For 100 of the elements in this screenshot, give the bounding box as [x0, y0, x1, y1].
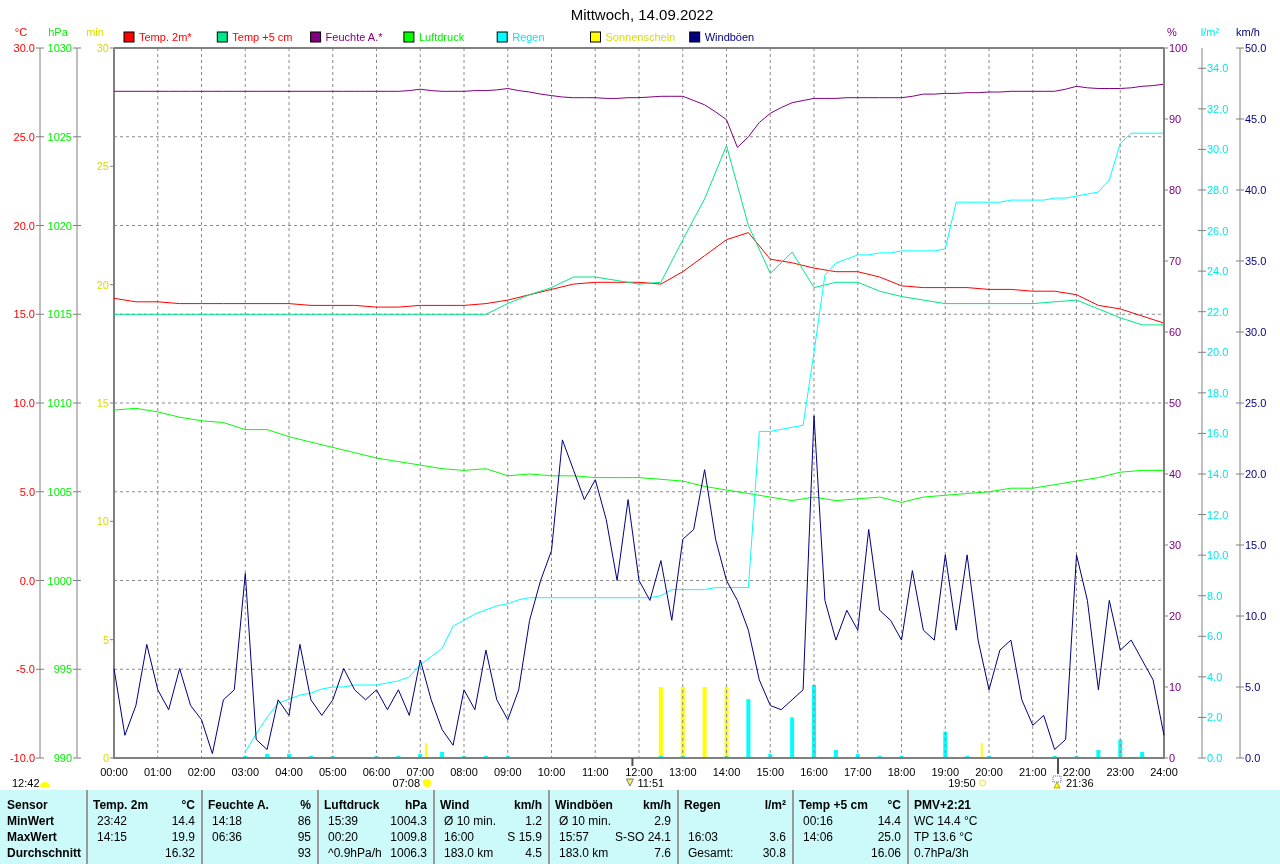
axis-tick-label: 25: [96, 160, 109, 173]
axis-tick-label: 990: [53, 752, 72, 764]
time-tick-label: 24:00: [1150, 766, 1178, 778]
table-cell: 2.9: [654, 813, 671, 829]
axis-tick-label: 10.0: [1207, 549, 1229, 562]
axis-tick-label: 25.0: [1245, 397, 1267, 409]
axis-tick-label: 1015: [47, 308, 72, 321]
axis-tick-label: 10.0: [13, 397, 35, 409]
axis-tick-label: 10.0: [1245, 610, 1267, 622]
axis-tick-label: 2.0: [1207, 711, 1223, 724]
event-time-label: 12:42: [12, 777, 40, 789]
table-cell: S 15.9: [507, 829, 542, 845]
time-tick-label: 17:00: [844, 766, 872, 778]
axis-tick-label: 60: [1169, 326, 1182, 338]
axis-unit: hPa: [48, 26, 68, 38]
legend-label: Temp +5 cm: [232, 31, 293, 43]
time-tick-label: 13:00: [669, 766, 697, 778]
axis-tick-label: 1000: [47, 574, 72, 587]
table-cell: ^0.9hPa/h: [328, 845, 382, 861]
axis-tick-label: 10: [96, 515, 109, 528]
table-cell: 16:03: [688, 829, 719, 845]
axis-tick-label: 45.0: [1245, 113, 1267, 125]
axis-tick-label: 80: [1169, 184, 1182, 196]
time-tick-label: 15:00: [756, 766, 784, 778]
table-cell: Ø 10 min.: [444, 813, 497, 829]
event-time-label: 07:08: [392, 777, 421, 789]
axis-tick-label: 30: [96, 42, 109, 54]
unit-label: km/h: [643, 797, 671, 813]
axis-tick-label: 50: [1169, 397, 1182, 409]
legend-label: Feuchte A.*: [325, 31, 383, 43]
table-cell: WC 14.4 °C: [914, 813, 978, 829]
column-header: Temp. 2m: [93, 797, 149, 813]
table-cell: 1009.8: [390, 829, 427, 845]
axis-tick-label: 20.0: [1245, 468, 1267, 480]
axis-tick-label: 5.0: [19, 485, 35, 498]
column-header: Sensor: [7, 797, 48, 813]
axis-tick-label: 40.0: [1245, 184, 1267, 196]
table-cell: 16.32: [164, 845, 195, 861]
axis-tick-label: 30: [1169, 539, 1182, 551]
chart-title: Mittwoch, 14.09.2022: [570, 6, 714, 23]
axis-unit: %: [1167, 26, 1177, 38]
unit-label: %: [300, 797, 311, 813]
axis-tick-label: 6.0: [1207, 630, 1223, 643]
axis-tick-label: 20: [96, 278, 109, 291]
time-tick-label: 21:00: [1019, 766, 1047, 778]
table-cell: 14.4: [877, 813, 901, 829]
table-cell: 16:00: [444, 829, 475, 845]
table-cell: S-SO 24.1: [614, 829, 671, 845]
axis-tick-label: 34.0: [1207, 62, 1229, 75]
table-cell: 25.0: [877, 829, 901, 845]
event-time-label: 21:36: [1066, 777, 1094, 789]
table-cell: 183.0 km: [559, 845, 609, 861]
unit-label: °C: [181, 797, 195, 813]
table-cell: 3.6: [769, 829, 786, 845]
axis-tick-label: 100: [1169, 42, 1188, 54]
axis-unit: °C: [14, 26, 28, 38]
table-cell: 06:36: [212, 829, 243, 845]
axis-tick-label: 20.0: [1207, 346, 1229, 359]
table-cell: 15:57: [559, 829, 590, 845]
table-cell: Gesamt:: [688, 845, 734, 861]
column-header: Luftdruck: [324, 797, 380, 813]
axis-tick-label: 15.0: [13, 308, 35, 321]
time-tick-label: 12:00: [625, 766, 653, 778]
axis-tick-label: 30.0: [1245, 326, 1267, 338]
time-tick-label: 00:00: [100, 766, 128, 778]
column-header: Feuchte A.: [208, 797, 269, 813]
axis-tick-label: 22.0: [1207, 305, 1229, 318]
table-cell: 183.0 km: [444, 845, 494, 861]
table-cell: 0.7hPa/3h: [914, 845, 969, 861]
legend-label: Regen: [512, 31, 545, 43]
time-tick-label: 11:00: [581, 766, 609, 778]
event-time-label: 19:50: [948, 777, 976, 789]
axis-tick-label: 8.0: [1207, 589, 1223, 602]
table-cell: 14:15: [97, 829, 128, 845]
axis-tick-label: 32.0: [1207, 102, 1229, 115]
axis-tick-label: 90: [1169, 113, 1182, 125]
table-cell: 14:18: [212, 813, 243, 829]
table-cell: 14:06: [803, 829, 834, 845]
time-tick-label: 18:00: [887, 766, 916, 778]
time-tick-label: 09:00: [494, 766, 522, 778]
table-cell: TP 13.6 °C: [914, 829, 973, 845]
axis-tick-label: 12.0: [1207, 508, 1229, 521]
axis-tick-label: 50.0: [1245, 42, 1267, 54]
table-cell: Ø 10 min.: [559, 813, 612, 829]
table-cell: 23:42: [97, 813, 128, 829]
legend-label: Luftdruck: [418, 31, 465, 43]
unit-label: km/h: [514, 797, 542, 813]
time-tick-label: 22:00: [1062, 766, 1091, 778]
axis-unit: min: [86, 26, 104, 38]
time-tick-label: 16:00: [800, 766, 828, 778]
time-tick-label: 20:00: [975, 766, 1003, 778]
axis-tick-label: 1005: [47, 485, 72, 498]
table-cell: 93: [297, 845, 311, 861]
time-tick-label: 19:00: [931, 766, 959, 778]
event-time-label: 11:51: [637, 777, 665, 789]
time-tick-label: 05:00: [319, 766, 347, 778]
time-tick-label: 01:00: [144, 766, 172, 778]
axis-tick-label: 4.0: [1207, 670, 1223, 683]
axis-tick-label: 20.0: [13, 219, 35, 232]
time-tick-label: 04:00: [275, 766, 303, 778]
